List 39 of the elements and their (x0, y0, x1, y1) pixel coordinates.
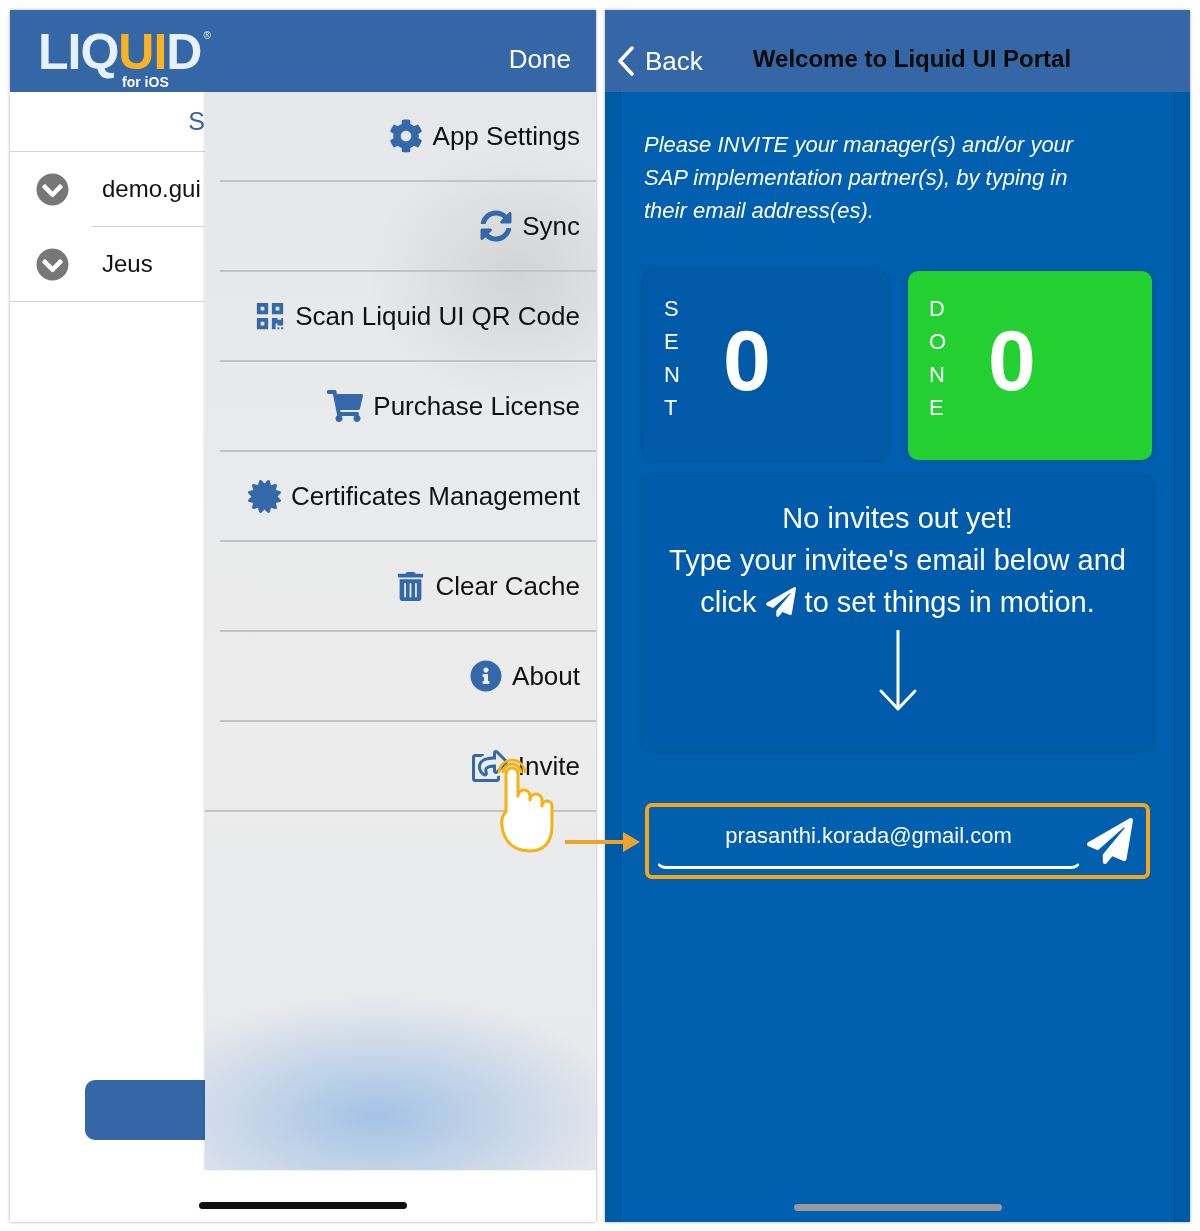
list-header-text: S (188, 107, 205, 136)
send-icon (765, 587, 796, 617)
trash-icon (396, 571, 426, 601)
stat-label: DONE (929, 295, 948, 422)
cart-icon (327, 388, 364, 424)
email-field[interactable]: prasanthi.korada@gmail.com (655, 809, 1082, 869)
screen-title: Welcome to Liquid UI Portal (752, 45, 1072, 73)
list-item-label: demo.gui (102, 175, 201, 203)
menu-item[interactable]: Invite (471, 748, 580, 784)
down-arrow-icon (877, 630, 918, 712)
chevron-left-icon (617, 46, 635, 76)
menu-item[interactable]: Sync (480, 210, 580, 242)
instruction-text: click (700, 585, 757, 620)
list-item-label: Jeus (102, 250, 153, 278)
qr-code-icon (255, 301, 286, 331)
menu-item[interactable]: Purchase License (327, 388, 580, 424)
menu-item[interactable]: Scan Liquid UI QR Code (255, 300, 580, 332)
badge-icon (247, 479, 281, 513)
message-heading: No invites out yet! (782, 501, 1013, 536)
stat-label: SENT (664, 295, 681, 422)
instruction-text: to set things in motion. (804, 585, 1095, 620)
share-icon (471, 748, 508, 784)
menu-item[interactable]: Clear Cache (396, 570, 580, 602)
sync-icon (480, 210, 513, 242)
menu-item[interactable]: Certificates Management (247, 479, 580, 513)
instruction-text: Type your invitee's email below and (669, 543, 1126, 578)
menu-item[interactable]: App Settings (388, 119, 580, 153)
instruction-paragraph: Please INVITE your manager(s) and/or your SAP implementation partner(s), by typing in their email address(es). (644, 131, 1075, 225)
done-button[interactable]: Done (508, 43, 571, 75)
stat-value: 0 (988, 317, 1036, 403)
menu-item[interactable]: About (470, 660, 580, 692)
send-icon (1087, 818, 1133, 864)
chevron-down-icon[interactable] (36, 247, 69, 281)
gear-icon (388, 119, 423, 153)
chevron-down-icon[interactable] (36, 172, 69, 206)
stat-value: 0 (723, 317, 771, 403)
send-button[interactable] (1084, 815, 1136, 867)
info-icon (470, 660, 503, 692)
back-button[interactable]: Back (617, 45, 703, 77)
